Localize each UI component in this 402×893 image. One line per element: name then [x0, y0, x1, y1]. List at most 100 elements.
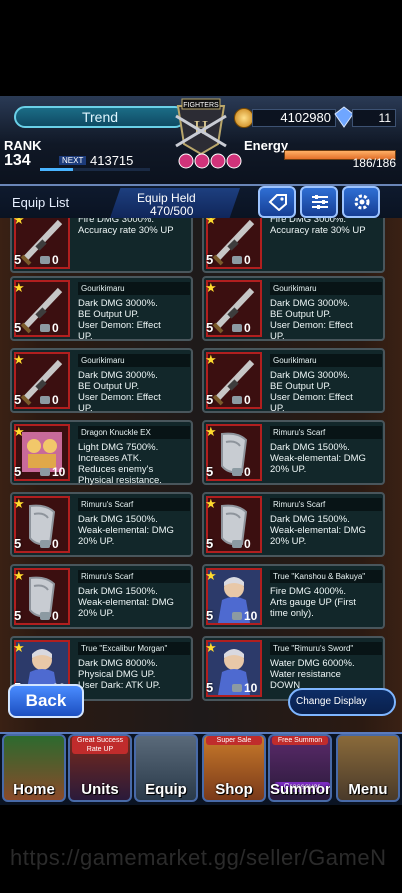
equip-level: 5 [14, 536, 22, 551]
gear-icon [354, 194, 370, 210]
orbs-icon [178, 153, 242, 169]
nav-units[interactable]: Great Success Rate UP Units [68, 734, 132, 802]
nav-label: Menu [348, 781, 388, 798]
equip-count: 0 [244, 253, 251, 267]
equip-description: Dark DMG 3000%. BE Output UP. User Demon… [270, 298, 353, 342]
watermark-text: https://gamemarket.gg/seller/GameN [10, 845, 387, 870]
equip-description: Water DMG 6000%. Water resistance DOWN [270, 658, 355, 691]
equip-count: 0 [52, 393, 59, 407]
nav-menu[interactable]: Menu [336, 734, 400, 802]
rarity-star-icon: ★ [13, 424, 25, 439]
rank-value: 134 [4, 152, 31, 169]
equip-name: Gourikimaru [78, 354, 190, 367]
lock-icon [232, 468, 242, 476]
equip-level: 5 [206, 608, 214, 623]
nav-summon[interactable]: Free Summon Crossover Summon [268, 734, 332, 802]
equip-name: True "Excalibur Morgan" [78, 642, 190, 655]
next-label: NEXT [59, 156, 87, 165]
lock-icon [232, 612, 242, 620]
lock-icon [232, 540, 242, 548]
equip-card[interactable]: ★ 5 10 True "Kanshou & Bakuya" Fire DMG 4000… [202, 564, 385, 629]
nav-shop[interactable]: Super Sale Shop [202, 734, 266, 802]
energy-label: Energy [244, 138, 289, 153]
lock-icon [232, 684, 242, 692]
equip-card[interactable]: ★ 5 0 Gourikimaru Dark DMG 3000%. BE Output … [10, 276, 193, 342]
equip-description: Dark DMG 3000%. BE Output UP. User Demon… [78, 298, 161, 342]
equip-description: Dark DMG 1500%. Weak-elemental: DMG 20% … [78, 514, 174, 547]
equip-card[interactable]: ★ 5 0 Rimuru's Scarf Dark DMG 1500%. Weak-el… [202, 420, 385, 485]
equip-description: Dark DMG 1500%. Weak-elemental: DMG 20% … [78, 586, 174, 619]
logo-text: FIGHTERS [183, 102, 219, 109]
equip-count: 10 [244, 681, 258, 695]
equip-level: 5 [14, 608, 22, 623]
equip-name: True "Kanshou & Bakuya" [270, 570, 382, 583]
equip-card[interactable]: ★ 5 0 Rimuru's Scarf Dark DMG 1500%. Weak-el… [202, 492, 385, 557]
equip-card[interactable]: ★ 5 0 Gourikimaru Dark DMG 3000%. BE Output … [202, 348, 385, 414]
nav-label: Summon [270, 781, 332, 798]
equip-count: 10 [52, 465, 66, 479]
equip-count: 0 [52, 537, 59, 551]
coin-icon [234, 108, 254, 128]
energy-value: 186/186 [352, 156, 396, 170]
equip-description: Dark DMG 1500%. Weak-elemental: DMG 20% … [270, 442, 366, 475]
equip-card[interactable]: ★ 5 0 Rimuru's Scarf Dark DMG 1500%. Weak-el… [10, 564, 193, 629]
equip-name: Rimuru's Scarf [78, 570, 190, 583]
equip-description: Fire DMG 4000%. Arts gauge UP (First tim… [270, 586, 356, 619]
equip-name: Gourikimaru [78, 282, 190, 295]
equip-name: True "Rimuru's Sword" [270, 642, 382, 655]
equip-card[interactable]: ★ 5 0 Fire DMG 3000%. Accuracy rate 30% UP [202, 218, 385, 273]
equip-description: Fire DMG 3000%. Accuracy rate 30% UP [78, 218, 174, 236]
equip-name: Dragon Knuckle EX [78, 426, 190, 439]
nav-label: Equip [145, 781, 187, 798]
equip-level: 5 [206, 680, 214, 695]
lock-icon [232, 324, 242, 332]
equip-card[interactable]: ★ 5 0 Gourikimaru Dark DMG 3000%. BE Output … [10, 348, 193, 414]
filter-button[interactable] [300, 186, 338, 218]
equip-card[interactable]: ★ 5 10 Dragon Knuckle EX Light DMG 7500%. In… [10, 420, 193, 486]
app-screen: Trend FIGHTERS H 4102980 11 RANK 134 NEX… [0, 0, 402, 893]
equip-count: 0 [52, 253, 59, 267]
equip-held-value: 470/500 [150, 204, 194, 218]
equip-description: Dark DMG 8000%. Physical DMG UP. User Da… [78, 658, 161, 691]
gem-value: 11 [352, 109, 396, 127]
rank-label: RANK [4, 138, 42, 153]
equip-list[interactable]: ★ 5 0 Fire DMG 3000%. Accuracy rate 30% UP ★… [0, 218, 402, 732]
equip-card[interactable]: ★ 5 0 Fire DMG 3000%. Accuracy rate 30% UP [10, 218, 193, 273]
nav-home[interactable]: Home [2, 734, 66, 802]
equip-level: 5 [14, 252, 22, 267]
change-display-button[interactable]: Change Display [288, 688, 396, 716]
equip-card[interactable]: ★ 5 0 Rimuru's Scarf Dark DMG 1500%. Weak-el… [10, 492, 193, 557]
equip-level: 5 [206, 252, 214, 267]
rarity-star-icon: ★ [13, 568, 25, 583]
equip-description: Light DMG 7500%. Increases ATK. Reduces … [78, 442, 162, 486]
lock-icon [40, 256, 50, 264]
equip-count: 10 [244, 609, 258, 623]
rarity-star-icon: ★ [205, 280, 217, 295]
equip-name: Gourikimaru [270, 354, 382, 367]
equip-description: Dark DMG 3000%. BE Output UP. User Demon… [270, 370, 353, 414]
equip-level: 5 [206, 536, 214, 551]
tag-button[interactable] [258, 186, 296, 218]
gem-icon [334, 106, 354, 128]
equip-count: 0 [244, 393, 251, 407]
rarity-star-icon: ★ [205, 352, 217, 367]
money-value: 4102980 [252, 109, 336, 127]
rarity-star-icon: ★ [13, 352, 25, 367]
back-button[interactable]: Back [8, 684, 84, 718]
lock-icon [40, 612, 50, 620]
tag-icon [268, 194, 287, 211]
settings-button[interactable] [342, 186, 380, 218]
nav-banner: Super Sale [206, 736, 262, 745]
lock-icon [232, 396, 242, 404]
rarity-star-icon: ★ [13, 640, 25, 655]
equip-card[interactable]: ★ 5 0 Gourikimaru Dark DMG 3000%. BE Output … [202, 276, 385, 342]
nav-equip[interactable]: Equip [134, 734, 198, 802]
rank-progress-bar [40, 168, 150, 171]
lock-icon [232, 256, 242, 264]
equip-description: Dark DMG 1500%. Weak-elemental: DMG 20% … [270, 514, 366, 547]
lock-icon [40, 396, 50, 404]
lock-icon [40, 324, 50, 332]
equip-level: 5 [14, 392, 22, 407]
trend-button[interactable]: Trend [14, 106, 186, 128]
equip-count: 0 [244, 321, 251, 335]
